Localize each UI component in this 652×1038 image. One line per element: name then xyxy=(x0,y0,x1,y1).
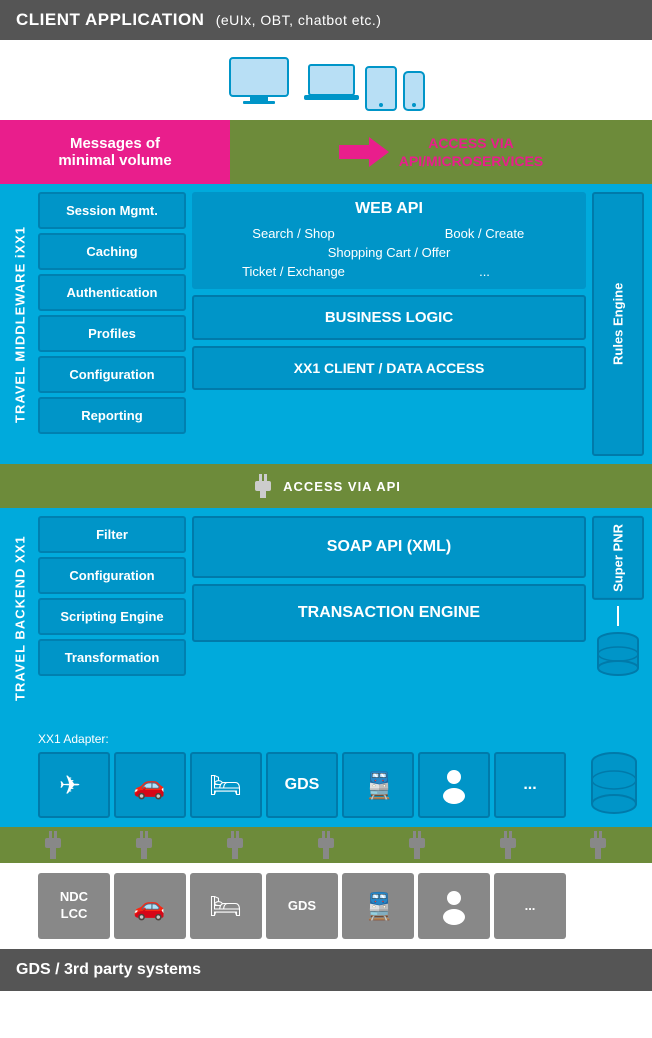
access-via-text: ACCESS VIA API/MICROSERVICES xyxy=(399,134,543,170)
middleware-center: WEB API Search / Shop Book / Create Shop… xyxy=(192,192,586,456)
train-icon: 🚆 xyxy=(359,766,397,804)
adapter-db xyxy=(588,750,640,819)
svg-text:🛏: 🛏 xyxy=(209,770,242,800)
plug-icon-5 xyxy=(406,831,428,859)
plug-icon-1 xyxy=(42,831,64,859)
svg-text:🚆: 🚆 xyxy=(363,891,395,921)
bottom-gds: GDS xyxy=(266,873,338,939)
middleware-section: TRAVEL MIDDLEWARE iXX1 Session Mgmt. Cac… xyxy=(0,184,652,464)
bottom-ndc-lcc: NDCLCC xyxy=(38,873,110,939)
soap-api-box: SOAP API (XML) xyxy=(192,516,586,578)
middleware-vertical-label: TRAVEL MIDDLEWARE iXX1 xyxy=(8,192,32,456)
business-logic-box: BUSINESS LOGIC xyxy=(192,295,586,340)
web-api-ticket-exchange: Ticket / Exchange xyxy=(198,264,389,279)
client-app-header: CLIENT APPLICATION (eUIx, OBT, chatbot e… xyxy=(0,0,652,40)
adapter-hotel: 🛏 xyxy=(190,752,262,818)
adapter-label: XX1 Adapter: xyxy=(38,732,644,746)
plug-icon-4 xyxy=(315,831,337,859)
flight-icon: ✈ xyxy=(55,766,93,804)
adapter-person xyxy=(418,752,490,818)
messages-access-row: Messages of minimal volume ACCESS VIA AP… xyxy=(0,120,652,184)
bottom-person-icon xyxy=(435,887,473,925)
svg-text:🛏: 🛏 xyxy=(209,891,242,921)
messages-text: Messages of minimal volume xyxy=(58,135,171,169)
device-icons xyxy=(228,56,425,111)
data-access-box: XX1 CLIENT / DATA ACCESS xyxy=(192,346,586,390)
bottom-hotel: 🛏 xyxy=(190,873,262,939)
transaction-engine-box: TRANSACTION ENGINE xyxy=(192,584,586,642)
module-profiles: Profiles xyxy=(38,315,186,352)
connector-bar-2 xyxy=(0,827,652,863)
plug-icon-2 xyxy=(133,831,155,859)
bottom-more: ... xyxy=(494,873,566,939)
hotel-icon: 🛏 xyxy=(207,766,245,804)
adapter-car: 🚗 xyxy=(114,752,186,818)
person-icon xyxy=(435,766,473,804)
car-icon: 🚗 xyxy=(131,766,169,804)
adapter-database-icon xyxy=(588,750,640,816)
web-api-shopping-cart: Shopping Cart / Offer xyxy=(198,245,580,260)
module-b-configuration: Configuration xyxy=(38,557,186,594)
module-configuration: Configuration xyxy=(38,356,186,393)
module-authentication: Authentication xyxy=(38,274,186,311)
bottom-train-icon: 🚆 xyxy=(359,887,397,925)
module-transformation: Transformation xyxy=(38,639,186,676)
backend-center: SOAP API (XML) TRANSACTION ENGINE xyxy=(192,516,586,720)
backend-left-modules: Filter Configuration Scripting Engine Tr… xyxy=(38,516,186,720)
plug-icon-3 xyxy=(224,831,246,859)
web-api-grid: Search / Shop Book / Create Shopping Car… xyxy=(198,226,580,279)
bottom-person xyxy=(418,873,490,939)
module-caching: Caching xyxy=(38,233,186,270)
adapter-train: 🚆 xyxy=(342,752,414,818)
backend-section: TRAVEL BACKEND XX1 Filter Configuration … xyxy=(0,508,652,728)
svg-text:🚆: 🚆 xyxy=(363,770,395,800)
device-area xyxy=(0,40,652,120)
bottom-car-icon: 🚗 xyxy=(131,887,169,925)
access-via-box: ACCESS VIA API/MICROSERVICES xyxy=(230,120,652,184)
connector-plug-icon xyxy=(251,474,275,498)
web-api-ellipsis: ... xyxy=(389,264,580,279)
svg-text:🚗: 🚗 xyxy=(133,770,165,800)
access-arrow-icon xyxy=(339,137,389,167)
module-session: Session Mgmt. xyxy=(38,192,186,229)
bottom-hotel-icon: 🛏 xyxy=(207,887,245,925)
plug-icon-7 xyxy=(587,831,609,859)
connector-bar-middle: ACCESS VIA API xyxy=(0,464,652,508)
header-title: CLIENT APPLICATION xyxy=(16,10,204,29)
messages-box: Messages of minimal volume xyxy=(0,120,230,184)
module-filter: Filter xyxy=(38,516,186,553)
connector-label: ACCESS VIA API xyxy=(283,479,401,494)
middleware-left-modules: Session Mgmt. Caching Authentication Pro… xyxy=(38,192,186,456)
bottom-car: 🚗 xyxy=(114,873,186,939)
tablet-icon xyxy=(365,66,397,111)
bottom-icons-row: NDCLCC 🚗 🛏 GDS 🚆 ... xyxy=(30,863,652,949)
web-api-title: WEB API xyxy=(198,200,580,218)
web-api-search-shop: Search / Shop xyxy=(198,226,389,241)
database-icon xyxy=(594,632,642,676)
gds-footer: GDS / 3rd party systems xyxy=(0,949,652,991)
web-api-book-create: Book / Create xyxy=(389,226,580,241)
laptop-icon xyxy=(304,61,359,111)
super-pnr-box: Super PNR xyxy=(592,516,644,600)
gds-footer-label: GDS / 3rd party systems xyxy=(16,961,201,978)
svg-text:🚗: 🚗 xyxy=(133,891,165,921)
svg-text:✈: ✈ xyxy=(59,770,81,800)
rules-engine-box: Rules Engine xyxy=(592,192,644,456)
adapter-gds: GDS xyxy=(266,752,338,818)
adapter-flight: ✈ xyxy=(38,752,110,818)
monitor-icon xyxy=(228,56,298,111)
web-api-box: WEB API Search / Shop Book / Create Shop… xyxy=(192,192,586,289)
adapter-section: XX1 Adapter: ✈ 🚗 🛏 GDS 🚆 xyxy=(0,728,652,827)
module-scripting-engine: Scripting Engine xyxy=(38,598,186,635)
plug-icon-6 xyxy=(497,831,519,859)
module-reporting: Reporting xyxy=(38,397,186,434)
phone-icon xyxy=(403,71,425,111)
adapter-more: ... xyxy=(494,752,566,818)
header-subtitle: (eUIx, OBT, chatbot etc.) xyxy=(216,12,382,28)
backend-vertical-label: TRAVEL BACKEND XX1 xyxy=(8,516,32,720)
bottom-train: 🚆 xyxy=(342,873,414,939)
